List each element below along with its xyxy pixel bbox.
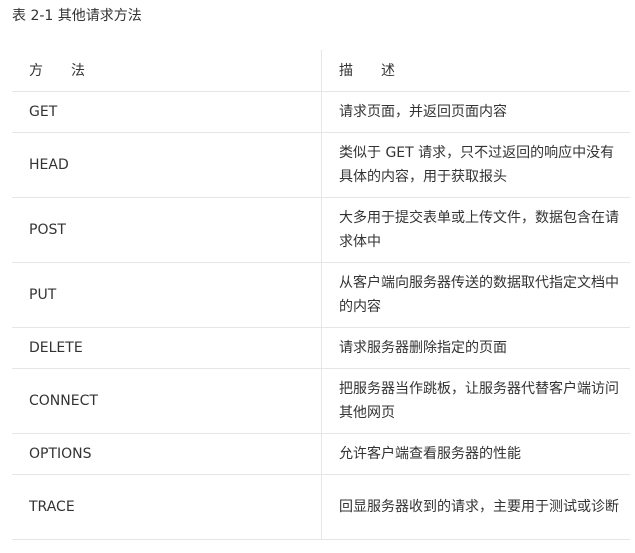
- description-cell: 允许客户端查看服务器的性能: [321, 434, 630, 474]
- table-row: DELETE 请求服务器删除指定的页面: [12, 328, 630, 369]
- table-header-row: 方 法 描 述: [12, 50, 630, 92]
- method-cell: HEAD: [29, 157, 69, 173]
- table-row: TRACE 回显服务器收到的请求，主要用于测试或诊断: [12, 475, 630, 540]
- table-caption: 表 2-1 其他请求方法: [12, 8, 142, 24]
- description-cell: 类似于 GET 请求，只不过返回的响应中没有具体的内容，用于获取报头: [321, 133, 630, 197]
- table-row: GET 请求页面，并返回页面内容: [12, 92, 630, 133]
- method-cell: GET: [29, 104, 58, 120]
- table-row: OPTIONS 允许客户端查看服务器的性能: [12, 434, 630, 475]
- method-cell: CONNECT: [29, 393, 98, 409]
- method-cell: OPTIONS: [29, 446, 92, 462]
- method-cell: TRACE: [29, 499, 75, 515]
- table-row: CONNECT 把服务器当作跳板，让服务器代替客户端访问其他网页: [12, 369, 630, 434]
- method-cell: POST: [29, 222, 66, 238]
- description-cell: 回显服务器收到的请求，主要用于测试或诊断: [321, 475, 630, 539]
- description-cell: 请求页面，并返回页面内容: [321, 92, 630, 132]
- table-row: HEAD 类似于 GET 请求，只不过返回的响应中没有具体的内容，用于获取报头: [12, 133, 630, 198]
- description-cell: 从客户端向服务器传送的数据取代指定文档中的内容: [321, 263, 630, 327]
- description-cell: 大多用于提交表单或上传文件，数据包含在请求体中: [321, 198, 630, 262]
- description-cell: 请求服务器删除指定的页面: [321, 328, 630, 368]
- method-cell: PUT: [29, 287, 57, 303]
- column-header-description: 描 述: [321, 50, 630, 91]
- http-methods-table: 方 法 描 述 GET 请求页面，并返回页面内容 HEAD 类似于 GET 请求…: [12, 50, 630, 540]
- table-row: PUT 从客户端向服务器传送的数据取代指定文档中的内容: [12, 263, 630, 328]
- column-header-method: 方 法: [29, 62, 85, 79]
- description-cell: 把服务器当作跳板，让服务器代替客户端访问其他网页: [321, 369, 630, 433]
- method-cell: DELETE: [29, 340, 83, 356]
- table-row: POST 大多用于提交表单或上传文件，数据包含在请求体中: [12, 198, 630, 263]
